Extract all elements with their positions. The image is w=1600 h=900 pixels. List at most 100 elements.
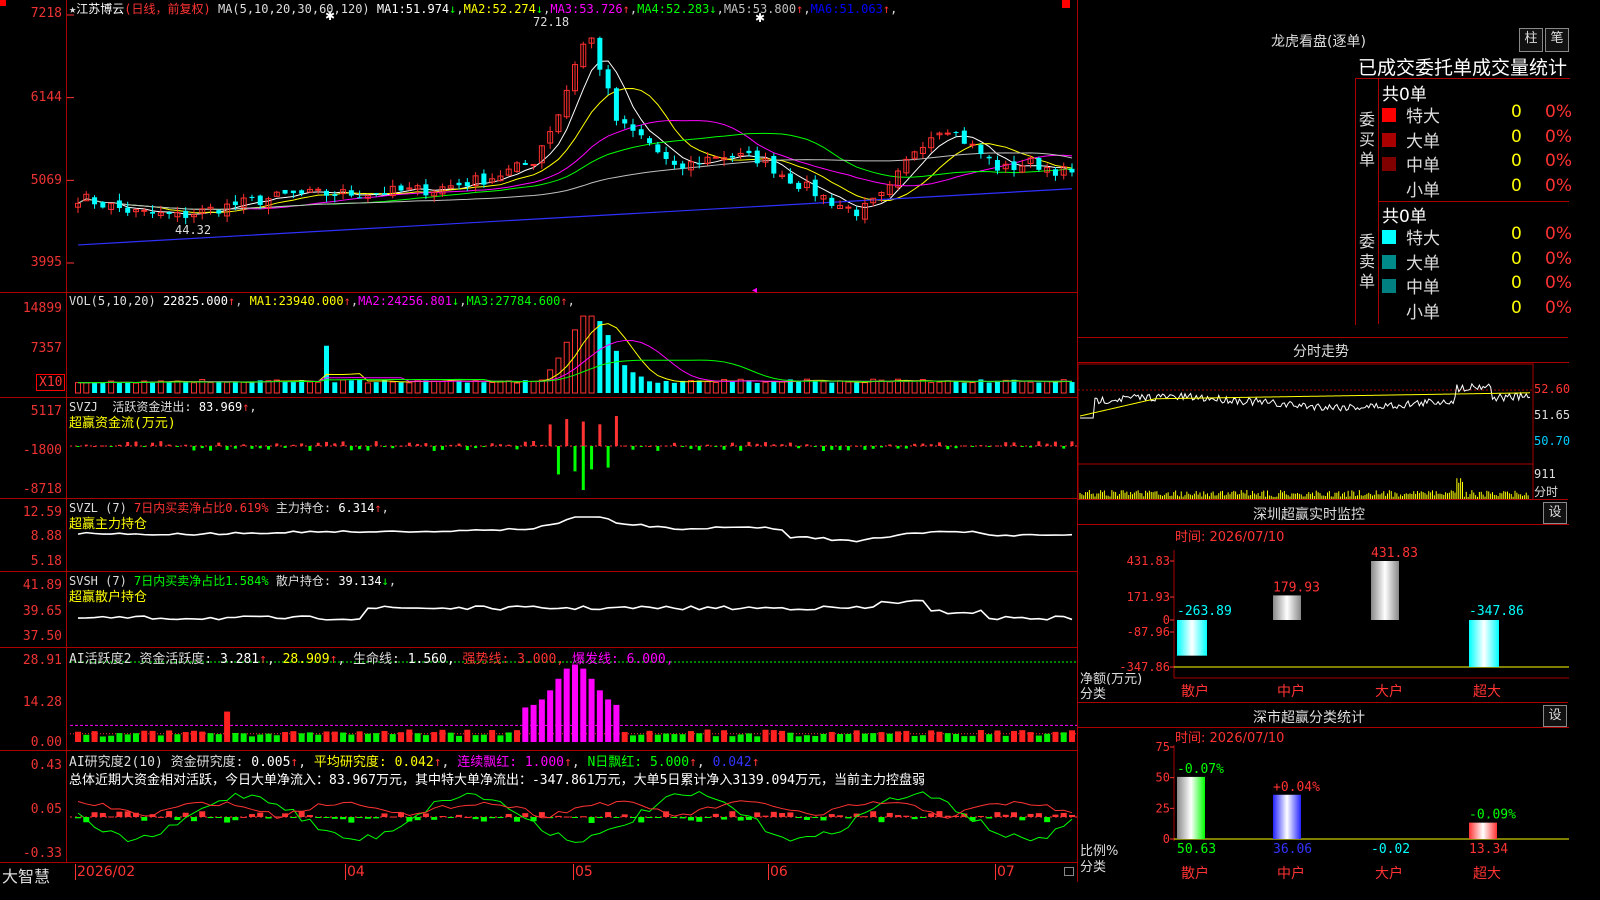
volume-panel[interactable]: 14899 7357 X10 VOL(5,10,20) 22825.000↑, … [0, 293, 1077, 398]
ma-arrow: ↑ [882, 2, 891, 16]
ai2-header: AI研究度2(10) 资金研究度: 0.005↑, 平均研究度: 0.042↑,… [69, 755, 760, 770]
activity-bar [1027, 732, 1034, 742]
order-pct: 0% [1545, 248, 1572, 269]
volume-chart[interactable] [0, 293, 1077, 398]
activity-bar [422, 735, 429, 742]
svzl-panel[interactable]: 12.59 8.88 5.18 SVZL (7) 7日内买卖净占比0.619% … [0, 499, 1077, 572]
vol-ma-value: 27784.600 [495, 294, 561, 308]
research-bar [820, 817, 827, 821]
classify-panel[interactable]: 深市超赢分类统计 设 时间: 2026/07/10 75 50 25 0 -0.07% 5… [1077, 703, 1569, 882]
price-panel[interactable]: ✱ ✱ ◂ 7218 6144 5069 3995 ★江苏博云(日线，前复权) MA… [0, 0, 1077, 293]
research-bar [1060, 812, 1067, 817]
research-bar [331, 817, 338, 819]
fund-flow-bar [490, 443, 494, 446]
fund-flow-bar [871, 446, 875, 449]
svsh-y-label: 41.89 [22, 578, 62, 593]
svzl-y-label: 8.88 [30, 529, 62, 544]
tick-mode-button[interactable]: 笔 [1545, 28, 1569, 52]
classify-category: 散户 [1181, 865, 1209, 882]
corner-indicator-icon[interactable] [0, 0, 6, 6]
volume-bar [83, 382, 90, 394]
ai-research-panel[interactable]: 0.43 0.05 -0.33 AI研究度2(10) 资金研究度: 0.005↑… [0, 751, 1077, 863]
ai-activity-panel[interactable]: 28.91 14.28 0.00 AI活跃度2 资金活跃度: 3.281↑, 2… [0, 648, 1077, 751]
fund-flow-bar [382, 446, 386, 447]
volume-bar [150, 381, 156, 393]
lock-icon[interactable] [1064, 867, 1074, 876]
bar-mode-button[interactable]: 柱 [1519, 28, 1543, 52]
menu-marker-icon[interactable] [1062, 0, 1070, 8]
fund-flow-bar [432, 446, 436, 451]
fund-flow-bar [267, 446, 271, 450]
classify-y-label: 25 [1156, 801, 1170, 815]
activity-bar [629, 735, 636, 742]
research-bar [870, 811, 877, 817]
volume-bar [489, 382, 496, 394]
volume-bar [216, 381, 222, 393]
candle-body [216, 210, 222, 214]
activity-bar [928, 730, 935, 742]
fund-flow-bar [233, 446, 237, 449]
dragon-tiger-panel[interactable]: 龙虎看盘(逐单) 柱 笔 已成交委托单成交量统计 委买单 共0单 特大 0 0% 大单… [1077, 0, 1572, 338]
svsh-panel[interactable]: 41.89 39.65 37.50 SVSH (7) 7日内买卖净占比1.584… [0, 572, 1077, 648]
order-color-swatch [1382, 181, 1396, 196]
fund-flow-bar [1004, 442, 1008, 446]
classify-category: 大户 [1375, 865, 1403, 882]
research-bar [306, 815, 313, 817]
intraday-frame [1078, 363, 1534, 500]
volume-bar [622, 365, 628, 393]
candle-body [398, 185, 404, 191]
research-bar [729, 811, 736, 817]
candle-body [423, 184, 429, 196]
volume-bar [290, 382, 296, 393]
research-bar [696, 817, 703, 822]
activity-bar [1019, 730, 1026, 742]
research-bar [340, 817, 347, 820]
svzj-y-axis-line [66, 398, 67, 499]
date-label: 07 [995, 864, 1015, 880]
fund-flow-bar [366, 446, 370, 451]
candle-body [116, 200, 122, 209]
research-bar [977, 815, 984, 817]
activity-bar [936, 731, 943, 742]
research-bar [224, 817, 231, 823]
fund-flow-bar [639, 446, 643, 447]
fund-flow-bar [681, 446, 685, 447]
volume-bar [613, 350, 619, 393]
intraday-chart[interactable] [1078, 338, 1569, 500]
research-bar [638, 817, 645, 823]
vol-y-axis-line [66, 293, 67, 398]
volume-bar [696, 380, 702, 393]
svzj-panel[interactable]: 5117 -1800 -8718 SVZJ 活跃资金进出: 83.969↑, 超… [0, 398, 1077, 499]
research-bar [431, 817, 438, 820]
research-bar [911, 817, 918, 820]
monitor-bar [1371, 561, 1399, 620]
fund-flow-bar [1062, 446, 1066, 449]
research-bar [596, 817, 603, 818]
svsh-y-label: 39.65 [22, 604, 62, 619]
research-bar [1069, 814, 1075, 817]
fund-flow-bar [117, 444, 121, 446]
vol-unit: X10 [36, 374, 66, 391]
activity-bar [663, 733, 670, 742]
activity-bar [132, 733, 139, 742]
research-bar [803, 817, 810, 820]
volume-bar [100, 382, 106, 393]
candle-body [332, 194, 338, 196]
research-bar [621, 814, 628, 817]
volume-bar [854, 382, 860, 393]
activity-bar [886, 733, 893, 742]
candlestick-chart[interactable]: ✱✱◂ [0, 0, 1077, 293]
monitor-panel[interactable]: 深圳超赢实时监控 设 时间: 2026/07/10 431.83 171.93 0-… [1077, 500, 1569, 703]
ma-value: 53.800 [752, 2, 797, 16]
volume-bar [820, 381, 827, 394]
ma-line [77, 119, 1073, 210]
order-count: 0 [1511, 175, 1522, 196]
fund-flow-bar [275, 443, 279, 446]
activity-bar [919, 735, 926, 742]
intraday-panel[interactable]: 分时走势 52.60 51.65 50.70 911 分时 [1077, 338, 1570, 500]
fund-flow-bar [358, 446, 362, 450]
research-bar [1044, 817, 1051, 823]
activity-bar [638, 734, 645, 742]
activity-bar [166, 730, 173, 742]
activity-bar [646, 730, 653, 742]
